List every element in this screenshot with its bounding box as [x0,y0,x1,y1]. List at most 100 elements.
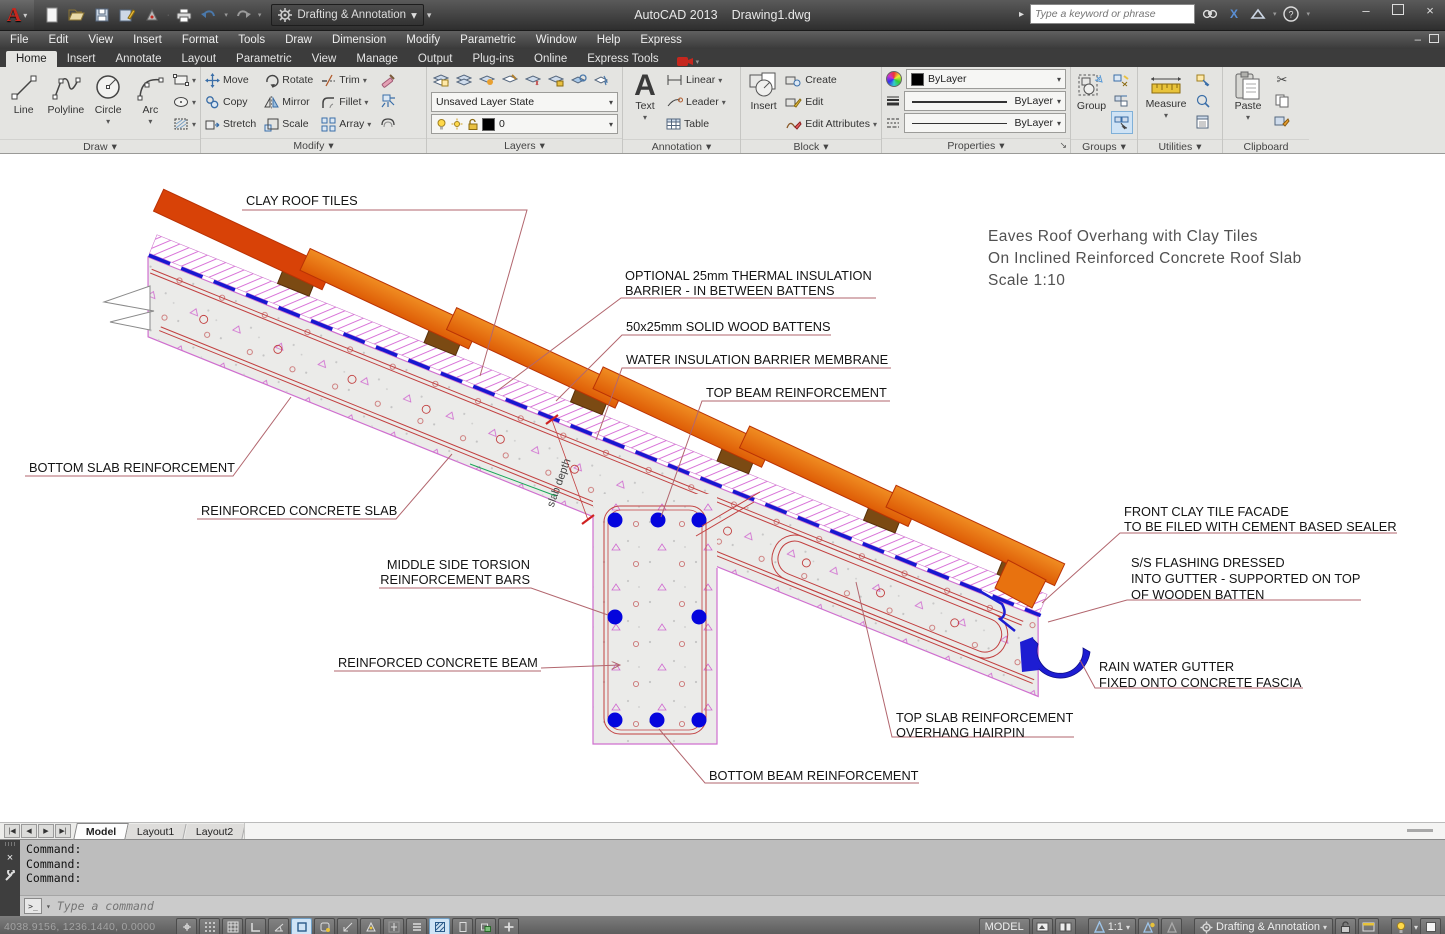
modify-panel-title[interactable]: Modify▾ [201,138,426,153]
id-point-button[interactable] [1193,111,1213,132]
autodesk360-icon[interactable] [1249,5,1267,23]
trim-button[interactable]: Trim▾ [321,69,371,91]
linetype-dropdown[interactable]: ByLayer▾ [904,113,1066,133]
rectangle-button[interactable]: ▾ [173,69,196,91]
group-button[interactable]: Group [1075,69,1108,137]
layer-dropdown[interactable]: 0 ▾ [431,114,618,134]
menu-draw[interactable]: Draw [275,31,322,49]
first-layout-button[interactable]: |◀ [4,824,20,838]
quick-view-drawings-button[interactable] [1055,918,1076,934]
drawing-canvas[interactable]: slab depth CLAY ROOF TILE [0,154,1445,822]
layer-properties-button[interactable] [431,69,451,90]
layer-off-button[interactable] [477,69,497,90]
copy-button[interactable]: Copy [205,91,256,113]
exchange-apps-icon[interactable]: X [1225,5,1243,23]
circle-button[interactable]: Circle▾ [89,69,128,137]
array-button[interactable]: Array▾ [321,113,371,135]
wrench-icon[interactable] [4,870,16,882]
lineweight-dropdown[interactable]: ByLayer▾ [904,91,1066,111]
tab-insert[interactable]: Insert [57,51,106,67]
minimize-button[interactable]: – [1355,3,1377,18]
selection-cycling-toggle[interactable] [475,918,496,934]
leader-button[interactable]: Leader▾ [666,91,726,113]
tab-layout1[interactable]: Layout1 [126,824,188,839]
undo-dropdown[interactable]: ▾ [224,11,228,19]
explode-button[interactable] [378,90,398,111]
block-create-button[interactable]: Create [785,69,877,91]
menu-express[interactable]: Express [630,31,692,49]
qat-customize-dropdown[interactable]: ▾ [427,10,432,21]
layers-panel-title[interactable]: Layers▾ [427,138,622,153]
tab-layout2[interactable]: Layout2 [184,824,246,839]
featured-apps-tab[interactable]: ▾ [669,56,708,67]
quick-properties-toggle[interactable] [452,918,473,934]
search-icon[interactable] [1201,5,1219,23]
menu-dimension[interactable]: Dimension [322,31,396,49]
dynamic-input-toggle[interactable] [383,918,404,934]
open-button[interactable] [67,5,87,25]
table-button[interactable]: Table [666,113,726,135]
grid-display-toggle[interactable] [222,918,243,934]
object-color-dropdown[interactable]: ByLayer▾ [906,69,1066,89]
workspace-switcher[interactable]: Drafting & Annotation ▾ [271,4,423,26]
menu-file[interactable]: File [0,31,39,49]
tab-parametric[interactable]: Parametric [226,51,302,67]
prev-layout-button[interactable]: ◀ [21,824,37,838]
menu-window[interactable]: Window [526,31,587,49]
command-recent-dropdown-icon[interactable]: ▾ [46,902,51,911]
move-button[interactable]: Move [205,69,256,91]
properties-dialog-launcher-icon[interactable]: ↘ [1059,140,1067,151]
arc-button[interactable]: Arc▾ [131,69,170,137]
command-prompt-icon[interactable]: >_ [24,898,42,914]
menu-help[interactable]: Help [587,31,631,49]
ellipse-button[interactable]: ▾ [173,91,196,113]
isolate-objects-button[interactable] [1391,918,1412,934]
transparency-toggle[interactable] [429,918,450,934]
block-panel-title[interactable]: Block▾ [741,139,881,153]
annotation-panel-title[interactable]: Annotation▾ [623,139,740,153]
close-button[interactable]: × [1419,3,1441,18]
lineweight-toggle[interactable] [406,918,427,934]
menu-insert[interactable]: Insert [123,31,172,49]
stretch-button[interactable]: Stretch [205,113,256,135]
command-close-icon[interactable]: × [7,852,13,864]
object-snap-toggle[interactable] [291,918,312,934]
layer-isolate-button[interactable] [500,69,520,90]
autodesk360-dropdown[interactable]: ▾ [1273,10,1277,18]
search-input[interactable] [1030,4,1195,24]
infocenter-toggle-icon[interactable]: ▸ [1019,9,1024,20]
tab-layout[interactable]: Layout [172,51,227,67]
undo-button[interactable] [199,5,219,25]
tab-plugins[interactable]: Plug-ins [462,51,524,67]
model-space-button[interactable]: MODEL [979,918,1030,934]
block-edit-button[interactable]: Edit [785,91,877,113]
menu-format[interactable]: Format [172,31,228,49]
color-wheel-icon[interactable] [886,71,902,87]
layer-walk-button[interactable] [592,69,612,90]
tab-online[interactable]: Online [524,51,577,67]
print-button[interactable] [174,5,194,25]
command-grip[interactable] [5,842,15,846]
tab-view[interactable]: View [302,51,347,67]
status-bar-menu-button[interactable] [1358,918,1379,934]
help-icon[interactable]: ? [1282,5,1300,23]
isolate-dropdown-icon[interactable]: ▾ [1414,923,1418,932]
rotate-button[interactable]: Rotate [264,69,313,91]
object-snap-tracking-toggle[interactable] [337,918,358,934]
quick-view-layouts-button[interactable] [1032,918,1053,934]
polyline-button[interactable]: Polyline [46,69,85,137]
copy-clip-button[interactable] [1272,90,1292,111]
next-layout-button[interactable]: ▶ [38,824,54,838]
tab-express-tools[interactable]: Express Tools [577,51,668,67]
properties-panel-title[interactable]: Properties▾↘ [882,138,1070,153]
offset-button[interactable] [378,111,398,132]
scale-button[interactable]: Scale [264,113,313,135]
tab-model[interactable]: Model [73,823,129,840]
edit-attributes-button[interactable]: Edit Attributes▾ [785,113,877,135]
layer-state-dropdown[interactable]: Unsaved Layer State▾ [431,92,618,112]
menu-tools[interactable]: Tools [228,31,275,49]
command-input[interactable] [55,898,1441,914]
line-button[interactable]: Line [4,69,43,137]
quick-calculator-button[interactable] [1193,90,1213,111]
polar-tracking-toggle[interactable] [268,918,289,934]
